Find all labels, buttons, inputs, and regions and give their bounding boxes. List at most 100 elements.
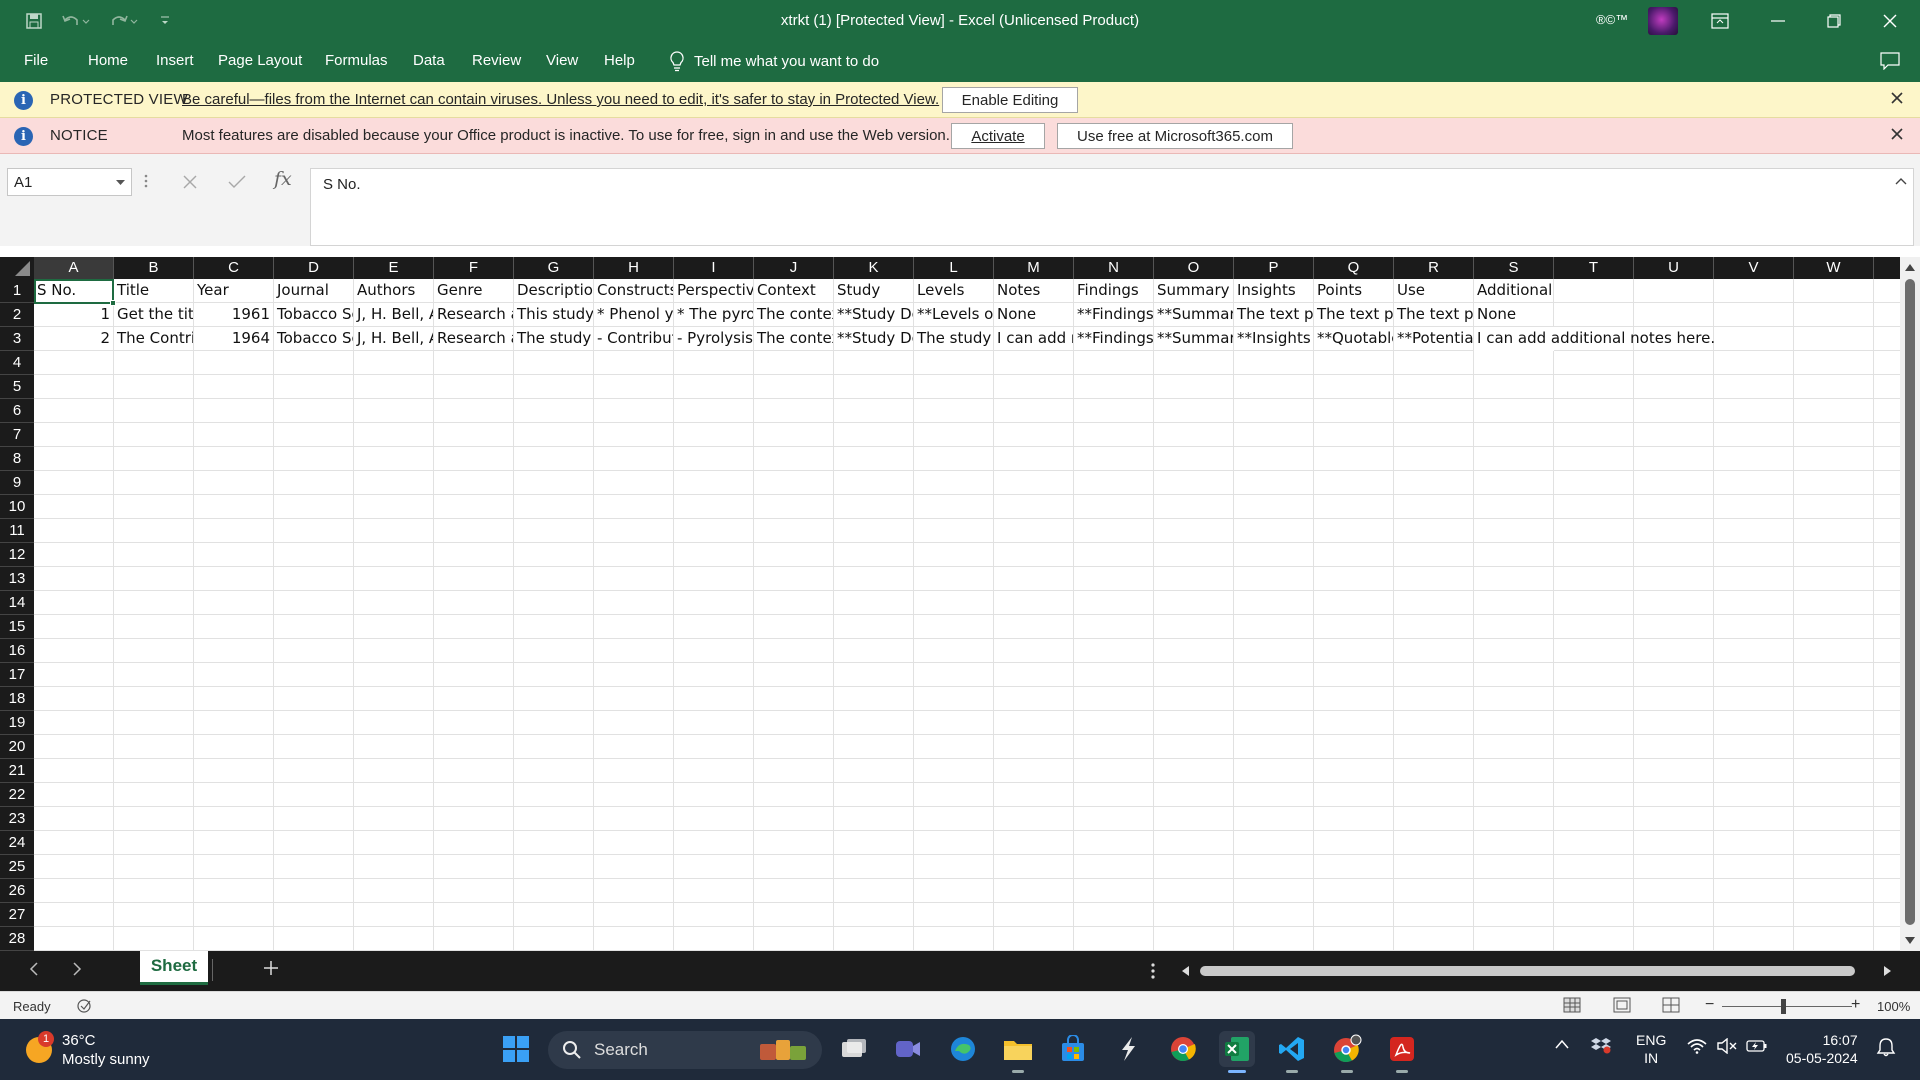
cell[interactable] bbox=[354, 711, 434, 735]
cell[interactable] bbox=[1394, 735, 1474, 759]
cell[interactable] bbox=[1474, 591, 1554, 615]
scroll-down-icon[interactable] bbox=[1905, 937, 1915, 945]
cell[interactable] bbox=[594, 879, 674, 903]
cell[interactable]: **Findings bbox=[1074, 303, 1154, 327]
cell[interactable] bbox=[274, 423, 354, 447]
cell[interactable] bbox=[674, 831, 754, 855]
cell[interactable] bbox=[834, 855, 914, 879]
cell[interactable] bbox=[114, 735, 194, 759]
cell[interactable] bbox=[434, 351, 514, 375]
cell[interactable] bbox=[194, 927, 274, 951]
cell[interactable] bbox=[834, 903, 914, 927]
cell[interactable] bbox=[994, 807, 1074, 831]
cell[interactable] bbox=[914, 831, 994, 855]
cell[interactable] bbox=[994, 759, 1074, 783]
cell[interactable] bbox=[994, 855, 1074, 879]
cell[interactable] bbox=[1074, 639, 1154, 663]
cell[interactable] bbox=[194, 423, 274, 447]
cell[interactable] bbox=[1634, 375, 1714, 399]
add-sheet-icon[interactable] bbox=[262, 959, 280, 977]
cell[interactable] bbox=[354, 423, 434, 447]
cell[interactable] bbox=[994, 639, 1074, 663]
show-hidden-icons-icon[interactable] bbox=[1555, 1039, 1569, 1049]
cell[interactable] bbox=[1634, 807, 1714, 831]
cell[interactable] bbox=[1314, 903, 1394, 927]
cell[interactable] bbox=[1714, 783, 1794, 807]
cell[interactable] bbox=[1634, 855, 1714, 879]
cell[interactable] bbox=[194, 447, 274, 471]
cell[interactable] bbox=[674, 687, 754, 711]
normal-view-icon[interactable] bbox=[1563, 997, 1581, 1013]
cell[interactable] bbox=[834, 471, 914, 495]
close-notice-icon[interactable] bbox=[1890, 127, 1904, 141]
cell[interactable] bbox=[34, 591, 114, 615]
cell[interactable] bbox=[194, 495, 274, 519]
cell[interactable] bbox=[34, 831, 114, 855]
cell[interactable] bbox=[1314, 495, 1394, 519]
cell[interactable] bbox=[914, 615, 994, 639]
cell[interactable] bbox=[274, 783, 354, 807]
cell[interactable] bbox=[114, 447, 194, 471]
cell[interactable] bbox=[834, 783, 914, 807]
cell[interactable] bbox=[594, 639, 674, 663]
cell[interactable] bbox=[1314, 879, 1394, 903]
cell[interactable]: The context bbox=[754, 303, 834, 327]
cell[interactable] bbox=[1634, 687, 1714, 711]
cell[interactable] bbox=[1154, 711, 1234, 735]
cell[interactable] bbox=[754, 735, 834, 759]
cell[interactable] bbox=[1314, 399, 1394, 423]
cell[interactable] bbox=[34, 399, 114, 423]
cell[interactable] bbox=[1394, 471, 1474, 495]
cell[interactable] bbox=[354, 495, 434, 519]
cell[interactable] bbox=[594, 783, 674, 807]
cell[interactable] bbox=[1234, 615, 1314, 639]
cell[interactable] bbox=[1074, 567, 1154, 591]
cell[interactable] bbox=[1794, 447, 1874, 471]
cell[interactable] bbox=[1314, 591, 1394, 615]
cell[interactable] bbox=[914, 663, 994, 687]
use-free-web-button[interactable]: Use free at Microsoft365.com bbox=[1057, 123, 1293, 149]
cell[interactable] bbox=[114, 903, 194, 927]
cell[interactable] bbox=[754, 471, 834, 495]
cell[interactable] bbox=[1154, 807, 1234, 831]
cell[interactable] bbox=[1554, 615, 1634, 639]
cell[interactable] bbox=[594, 543, 674, 567]
cell[interactable] bbox=[1794, 303, 1874, 327]
cell[interactable] bbox=[114, 639, 194, 663]
cell[interactable] bbox=[1234, 663, 1314, 687]
row-header[interactable]: 7 bbox=[0, 423, 34, 447]
cell[interactable] bbox=[194, 687, 274, 711]
cell[interactable] bbox=[34, 711, 114, 735]
dropbox-sync-icon[interactable] bbox=[1591, 1036, 1611, 1054]
cell[interactable] bbox=[514, 663, 594, 687]
cell[interactable] bbox=[674, 855, 754, 879]
cell[interactable] bbox=[1154, 495, 1234, 519]
cell[interactable] bbox=[594, 591, 674, 615]
close-icon[interactable] bbox=[1862, 0, 1918, 42]
cell[interactable] bbox=[1154, 351, 1234, 375]
vertical-scrollbar[interactable] bbox=[1900, 257, 1920, 951]
cell[interactable] bbox=[1554, 735, 1634, 759]
cell[interactable] bbox=[114, 567, 194, 591]
cell[interactable] bbox=[1234, 711, 1314, 735]
cell[interactable] bbox=[1474, 711, 1554, 735]
cell[interactable] bbox=[754, 615, 834, 639]
cell[interactable] bbox=[594, 423, 674, 447]
cell[interactable] bbox=[994, 783, 1074, 807]
cell[interactable] bbox=[1314, 519, 1394, 543]
cell[interactable] bbox=[754, 687, 834, 711]
cell[interactable] bbox=[1394, 903, 1474, 927]
cell[interactable] bbox=[1074, 927, 1154, 951]
cell[interactable] bbox=[1794, 663, 1874, 687]
save-icon[interactable] bbox=[22, 9, 46, 33]
column-header[interactable]: N bbox=[1074, 257, 1154, 279]
cell[interactable]: **Study Design bbox=[834, 327, 914, 351]
cell[interactable] bbox=[194, 375, 274, 399]
cell[interactable] bbox=[434, 663, 514, 687]
taskbar-search[interactable]: Search bbox=[548, 1031, 822, 1069]
cell[interactable] bbox=[34, 567, 114, 591]
cell[interactable] bbox=[1714, 591, 1794, 615]
dev-tool-icon[interactable] bbox=[1110, 1031, 1146, 1067]
cell[interactable]: Notes bbox=[994, 279, 1074, 303]
cell[interactable] bbox=[354, 927, 434, 951]
